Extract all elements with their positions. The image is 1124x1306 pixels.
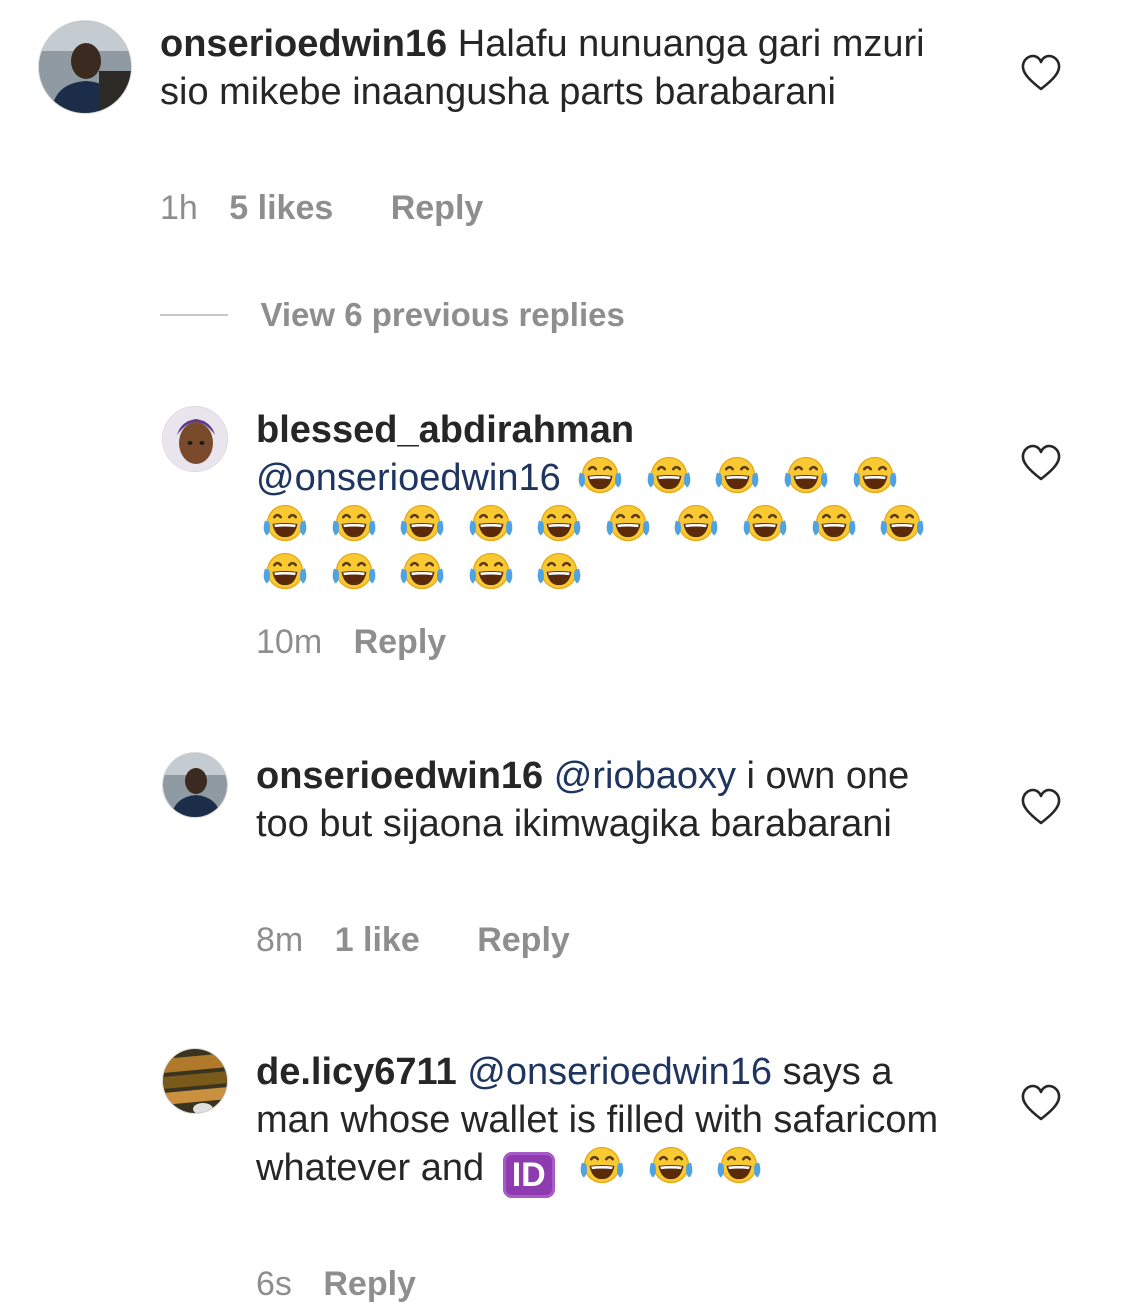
comment-username[interactable]: de.licy6711 [256,1051,457,1093]
id-button-emoji: ID [502,1152,555,1198]
tears-of-joy-emoji [644,454,694,496]
avatar-photo [163,407,227,471]
avatar-photo [163,753,227,817]
comment-username[interactable]: blessed_abdirahman [256,406,956,454]
tears-of-joy-emoji [466,550,516,592]
tears-of-joy-emoji [466,502,516,544]
avatar[interactable] [38,20,132,114]
avatar-photo [39,21,131,113]
emoji-group [573,1147,768,1189]
comment-username[interactable]: onserioedwin16 [160,23,447,65]
tears-of-joy-emoji [877,502,927,544]
tears-of-joy-emoji [781,454,831,496]
tears-of-joy-emoji [260,550,310,592]
avatar[interactable] [162,1048,228,1114]
tears-of-joy-emoji [603,502,653,544]
tears-of-joy-emoji [646,1144,696,1186]
reply-button[interactable]: Reply [391,189,484,227]
comment-time: 1h [160,189,198,227]
comment-mention[interactable]: @onserioedwin16 [256,457,561,499]
likes-count[interactable]: 1 like [335,921,420,959]
avatar-photo [163,1049,227,1113]
reply-button[interactable]: Reply [354,623,447,661]
reply-button[interactable]: Reply [477,921,570,959]
like-heart-icon[interactable] [1020,788,1062,826]
tears-of-joy-emoji [850,454,900,496]
tears-of-joy-emoji [534,550,584,592]
comment-body: onserioedwin16 @riobaoxy i own one too b… [256,752,956,848]
tears-of-joy-emoji [740,502,790,544]
tears-of-joy-emoji [577,1144,627,1186]
comment-meta: 8m 1 like Reply [256,920,570,960]
comment-mention[interactable]: @riobaoxy [554,755,736,797]
tears-of-joy-emoji [260,502,310,544]
comment-meta: 1h 5 likes Reply [160,188,483,228]
comment-body: blessed_abdirahman @onserioedwin16 [256,406,956,598]
tears-of-joy-emoji [329,550,379,592]
avatar[interactable] [162,752,228,818]
like-heart-icon[interactable] [1020,444,1062,482]
tears-of-joy-emoji [712,454,762,496]
comment-time: 8m [256,921,304,959]
tears-of-joy-emoji [329,502,379,544]
comment-time: 10m [256,623,323,661]
comment-mention[interactable]: @onserioedwin16 [467,1051,772,1093]
comment-username[interactable]: onserioedwin16 [256,755,543,797]
divider-line [160,314,228,316]
tears-of-joy-emoji [809,502,859,544]
view-replies-label: View 6 previous replies [260,296,625,333]
tears-of-joy-emoji [534,502,584,544]
tears-of-joy-emoji [397,502,447,544]
view-previous-replies-button[interactable]: View 6 previous replies [160,296,625,340]
tears-of-joy-emoji [575,454,625,496]
avatar[interactable] [162,406,228,472]
comment-time: 6s [256,1265,292,1303]
tears-of-joy-emoji [671,502,721,544]
tears-of-joy-emoji [714,1144,764,1186]
comment-meta: 6s Reply [256,1264,416,1304]
tears-of-joy-emoji [397,550,447,592]
comment-body: de.licy6711 @onserioedwin16 says a man w… [256,1048,956,1198]
like-heart-icon[interactable] [1020,54,1062,92]
comment-body: onserioedwin16 Halafu nunuanga gari mzur… [160,20,960,116]
comment-meta: 10m Reply [256,622,446,662]
likes-count[interactable]: 5 likes [229,189,333,227]
like-heart-icon[interactable] [1020,1084,1062,1122]
reply-button[interactable]: Reply [323,1265,416,1303]
